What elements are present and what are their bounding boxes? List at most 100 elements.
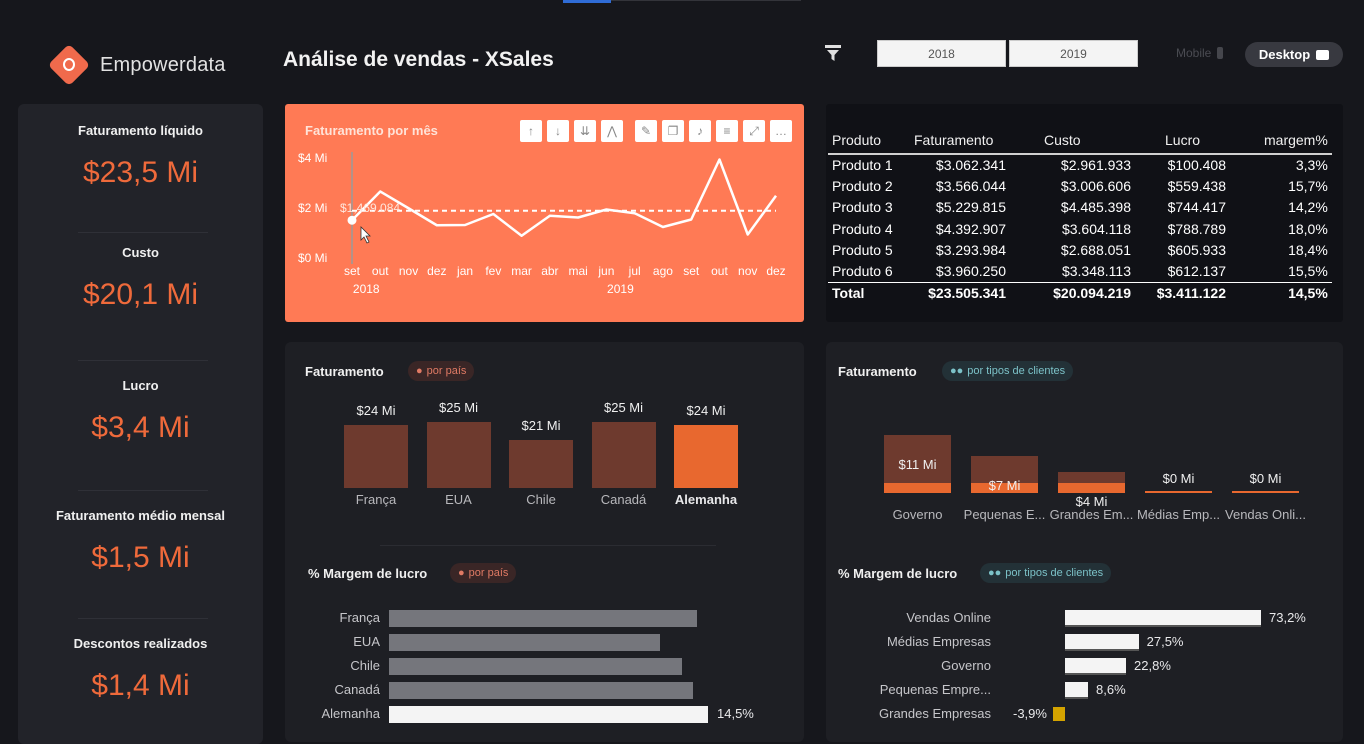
divider — [78, 232, 208, 233]
category-label: Pequenas Empre... — [879, 682, 991, 697]
pill-label: por país — [468, 567, 509, 579]
bar[interactable] — [389, 682, 693, 699]
bar-value-label: 8,6% — [1096, 682, 1126, 697]
table-cell: $3.604.118 — [1061, 220, 1131, 237]
bar-accent — [1058, 483, 1125, 493]
category-label: Vendas Online — [906, 610, 991, 625]
x-tick-label: jul — [628, 264, 641, 278]
bar[interactable] — [389, 658, 682, 675]
table-cell: $3.566.044 — [935, 178, 1006, 195]
desktop-label: Desktop — [1258, 47, 1311, 62]
table-cell: 14,2% — [1288, 199, 1328, 216]
kpi-label: Lucro — [122, 378, 159, 393]
kpi-faturamento-liquido: Faturamento líquido $23,5 Mi — [18, 123, 263, 190]
client-margin-title: % Margem de lucro — [838, 566, 958, 581]
x-tick-label: nov — [738, 264, 757, 278]
table-row[interactable]: Produto 6 $3.960.250 $3.348.113 $612.137 15,… — [828, 261, 1332, 282]
client-revenue-title: Faturamento — [838, 364, 917, 379]
table-cell: $3.411.122 — [1135, 281, 1230, 304]
bar-value-label: $25 Mi — [438, 400, 479, 415]
table-row[interactable]: Produto 2 $3.566.044 $3.006.606 $559.438 15,… — [828, 175, 1332, 196]
year-filter-2018[interactable]: 2018 — [877, 40, 1006, 67]
x-tick-label: fev — [485, 264, 501, 278]
mobile-toggle[interactable]: Mobile — [1176, 46, 1224, 60]
bar-value-label: -3,9% — [1013, 706, 1047, 721]
category-label: Pequenas E... — [963, 507, 1046, 522]
divider — [380, 545, 716, 546]
bar-accent — [884, 483, 951, 493]
kpi-value: $20,1 Mi — [82, 278, 199, 311]
kpi-lucro: Lucro $3,4 Mi — [18, 378, 263, 445]
kpi-label: Custo — [122, 245, 159, 260]
x-tick-label: ago — [653, 264, 673, 278]
pill-label: por país — [426, 365, 467, 377]
table-cell: $20.094.219 — [1010, 281, 1135, 304]
bar-value-label: $7 Mi — [988, 478, 1021, 494]
category-label: Grandes Empresas — [879, 706, 991, 721]
table-row[interactable]: Produto 5 $3.293.984 $2.688.051 $605.933 18,… — [828, 240, 1332, 261]
bar[interactable] — [1065, 634, 1139, 651]
bar-value-label: $25 Mi — [603, 400, 644, 415]
bar[interactable] — [1065, 658, 1127, 675]
phone-icon — [1217, 47, 1224, 59]
year-filter-2019[interactable]: 2019 — [1009, 40, 1138, 67]
col-header[interactable]: margem% — [1230, 126, 1332, 155]
product-table: Produto Faturamento Custo Lucro margem% … — [826, 104, 1343, 322]
col-header[interactable]: Faturamento — [910, 126, 1010, 155]
bar-accent — [1232, 491, 1299, 493]
country-revenue-title: Faturamento — [305, 364, 384, 379]
pill-tipos-clientes: ●● por tipos de clientes — [980, 563, 1112, 583]
table-cell: $4.485.398 — [1060, 199, 1131, 216]
col-header[interactable]: Lucro — [1135, 126, 1230, 155]
kpi-value: $1,5 Mi — [91, 541, 190, 574]
col-header[interactable]: Custo — [1010, 126, 1135, 155]
bar[interactable] — [389, 706, 708, 723]
x-tick-label: mai — [568, 264, 587, 278]
bar[interactable] — [509, 440, 573, 488]
desktop-toggle[interactable]: Desktop — [1245, 42, 1343, 67]
col-header[interactable]: Produto — [828, 126, 910, 155]
table-cell: $559.438 — [1167, 178, 1226, 195]
kpi-faturamento-medio: Faturamento médio mensal $1,5 Mi — [18, 508, 263, 575]
table-cell: 15,7% — [1288, 178, 1328, 195]
bar[interactable] — [389, 610, 697, 627]
data-point[interactable] — [347, 215, 357, 225]
table-cell: Produto 3 — [832, 199, 893, 216]
bar[interactable] — [1065, 610, 1261, 627]
table-row[interactable]: Produto 4 $4.392.907 $3.604.118 $788.789 18,… — [828, 218, 1332, 239]
table-cell: $2.961.933 — [1060, 157, 1131, 174]
bar[interactable] — [344, 424, 408, 488]
x-tick-label: dez — [427, 264, 446, 278]
x-tick-label: abr — [541, 264, 558, 278]
brand-name: Empowerdata — [100, 53, 226, 76]
bar-value-label: $0 Mi — [1162, 471, 1195, 486]
y-tick-label: $0 Mi — [298, 251, 327, 265]
x-tick-label: out — [711, 264, 728, 278]
bar[interactable] — [1065, 682, 1089, 699]
bar-value-label: $24 Mi — [356, 402, 396, 418]
category-label: EUA — [445, 492, 472, 507]
year-label: 2018 — [353, 282, 380, 296]
category-label: Chile — [526, 492, 556, 507]
filter-icon[interactable] — [824, 44, 842, 62]
bar[interactable] — [591, 422, 656, 488]
bar[interactable] — [674, 424, 738, 488]
table-row[interactable]: Produto 3 $5.229.815 $4.485.398 $744.417 14,… — [828, 197, 1332, 218]
bar-value-label: 27,5% — [1146, 634, 1184, 649]
bar[interactable] — [1053, 707, 1065, 721]
x-tick-label: jun — [597, 264, 614, 278]
bar[interactable] — [389, 634, 660, 651]
tooltip-label: $1,469.084 — [340, 201, 400, 215]
line-chart-card[interactable]: Faturamento por mês ↑ ↓ ⇊ ⋀ ✎ ❐ ♪ ≡ ⤢ … … — [285, 104, 804, 322]
table-row[interactable]: Produto 1 $3.062.341 $2.961.933 $100.408 3,3… — [828, 154, 1332, 175]
pill-tipos-clientes: ●● por tipos de clientes — [942, 361, 1074, 381]
table-cell: $2.688.051 — [1060, 242, 1131, 259]
table-cell: 14,5% — [1230, 281, 1332, 304]
category-label: Médias Emp... — [1136, 507, 1221, 522]
table-cell: $4.392.907 — [935, 220, 1006, 237]
table-cell: $744.417 — [1167, 199, 1226, 216]
category-label: Vendas Onli... — [1225, 507, 1306, 522]
table-cell: $3.293.984 — [935, 242, 1006, 259]
country-margin-title: % Margem de lucro — [308, 566, 428, 581]
bar[interactable] — [426, 422, 491, 488]
